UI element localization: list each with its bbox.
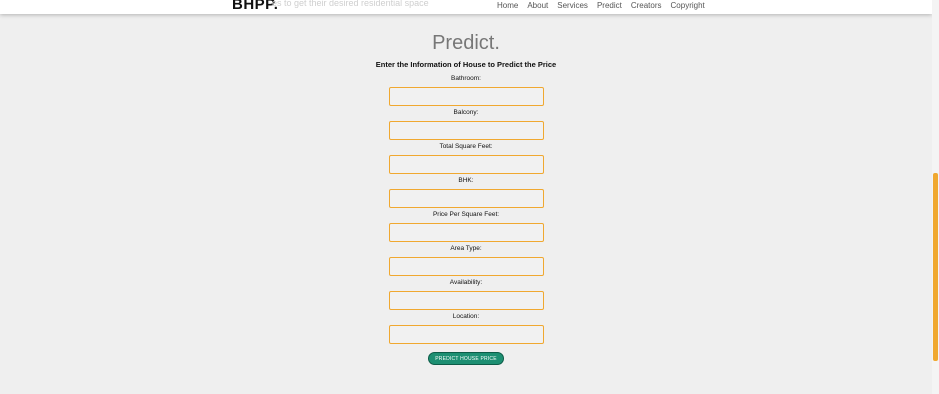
bathroom-input[interactable]	[388, 87, 544, 106]
balcony-label: Balcony:	[453, 109, 479, 116]
bhk-label: BHK:	[458, 177, 474, 184]
location-input[interactable]	[388, 325, 544, 344]
field-bathroom: Bathroom:	[388, 72, 544, 106]
total-sqft-label: Total Square Feet:	[439, 143, 493, 150]
area-type-label: Area Type:	[450, 245, 482, 252]
nav-link-copyright[interactable]: Copyright	[671, 1, 705, 10]
field-area-type: Area Type:	[388, 242, 544, 276]
page-title: Predict.	[432, 32, 500, 54]
nav-link-home[interactable]: Home	[497, 1, 518, 10]
area-type-input[interactable]	[388, 257, 544, 276]
total-sqft-input[interactable]	[388, 155, 544, 174]
top-navbar: BHPP. es to get their desired residentia…	[0, 0, 932, 14]
form-subtitle: Enter the Information of House to Predic…	[375, 60, 557, 69]
field-price-per-sqft: Price Per Square Feet:	[388, 208, 544, 242]
price-per-sqft-input[interactable]	[388, 223, 544, 242]
field-location: Location:	[388, 310, 544, 344]
hero-tagline: es to get their desired residential spac…	[272, 0, 429, 8]
bhk-input[interactable]	[388, 189, 544, 208]
predict-section: Predict. Enter the Information of House …	[0, 14, 932, 365]
location-label: Location:	[452, 313, 480, 320]
price-per-sqft-label: Price Per Square Feet:	[432, 211, 500, 218]
bathroom-label: Bathroom:	[451, 75, 481, 82]
field-total-sqft: Total Square Feet:	[388, 140, 544, 174]
nav-link-about[interactable]: About	[527, 1, 548, 10]
scrollbar-thumb[interactable]	[933, 173, 938, 361]
predict-form: Bathroom: Balcony: Total Square Feet: BH…	[388, 72, 544, 365]
field-availability: Availability:	[388, 276, 544, 310]
predict-house-price-button[interactable]: PREDICT HOUSE PRICE	[428, 352, 504, 365]
nav-links: Home About Services Predict Creators Cop…	[497, 1, 705, 10]
availability-label: Availability:	[449, 279, 483, 286]
nav-link-creators[interactable]: Creators	[631, 1, 662, 10]
balcony-input[interactable]	[388, 121, 544, 140]
availability-input[interactable]	[388, 291, 544, 310]
nav-link-services[interactable]: Services	[557, 1, 588, 10]
field-bhk: BHK:	[388, 174, 544, 208]
field-balcony: Balcony:	[388, 106, 544, 140]
nav-link-predict[interactable]: Predict	[597, 1, 622, 10]
